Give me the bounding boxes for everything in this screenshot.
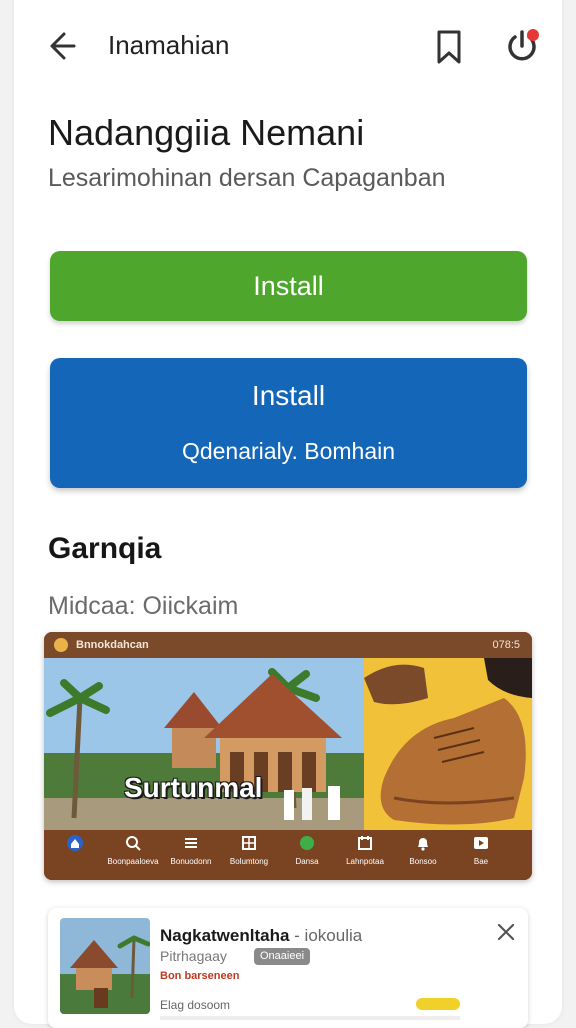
install-secondary-label: Install — [251, 380, 326, 411]
item-divider — [160, 1016, 460, 1020]
preview-tab-bell[interactable]: Bonsoo — [396, 834, 450, 878]
item-meta: Elag dosoom — [160, 998, 231, 1012]
circle-icon — [300, 836, 314, 850]
app-bar-title: Inamahian — [108, 30, 230, 60]
app-bar: Inamahian — [14, 0, 562, 92]
page-subtitle: Lesarimohinan dersan Capaganban — [48, 164, 446, 192]
grid-icon — [242, 836, 256, 850]
item-title-suffix: - iokoulia — [294, 926, 363, 945]
item-accent-pill — [416, 998, 460, 1010]
preview-tab-circle[interactable]: Dansa — [280, 834, 334, 878]
install-secondary-button[interactable]: Install Qdenarialy. Bomhain — [50, 358, 527, 488]
item-thumbnail — [60, 918, 150, 1014]
item-badge: Onaaieei — [254, 948, 311, 965]
preview-tab-label: Bonuodonn — [170, 857, 212, 866]
preview-tab-grid[interactable]: Bolumtong — [222, 834, 276, 878]
item-title: Nagkatwenltaha - iokoulia — [160, 926, 362, 946]
play-icon — [474, 837, 488, 849]
preview-tab-home[interactable] — [48, 834, 102, 878]
preview-tab-label: Boonpaaloeva — [107, 857, 159, 866]
preview-tab-list[interactable]: Bonuodonn — [164, 834, 218, 878]
bell-icon — [418, 838, 428, 851]
preview-tab-label: Bolumtong — [229, 857, 269, 866]
arrow-left-icon[interactable] — [42, 28, 78, 64]
preview-tab-label: Bae — [473, 857, 489, 866]
preview-tab-play[interactable]: Bae — [454, 834, 508, 878]
install-secondary-sublabel: Qdenarialy. Bomhain — [181, 438, 396, 464]
preview-status-bar: Bnnokdahcan 078:5 — [44, 632, 532, 658]
preview-status-right: 078:5 — [492, 639, 520, 651]
app-icon — [54, 638, 68, 652]
preview-tab-label: Lahnpotaa — [346, 857, 384, 866]
power-icon[interactable] — [502, 26, 542, 66]
close-icon[interactable] — [494, 920, 518, 944]
preview-status-left: Bnnokdahcan — [76, 639, 149, 651]
preview-caption: Surtunmal — [124, 772, 263, 803]
preview-tab-calendar[interactable]: Lahnpotaa — [338, 834, 392, 878]
item-link[interactable]: Bon barseneen — [160, 970, 239, 982]
app-screenshot-preview[interactable]: Bnnokdahcan 078:5 Surtunmal Boonpaaloeva… — [44, 632, 532, 880]
install-button[interactable]: Install — [50, 251, 527, 321]
preview-tab-label: Dansa — [295, 857, 319, 866]
item-title-main: Nagkatwenltaha — [160, 926, 290, 945]
app-page: Inamahian Nadanggiia Nemani Lesarimohina… — [14, 0, 562, 1028]
home-icon — [67, 835, 83, 851]
calendar-icon — [358, 836, 372, 850]
notification-dot — [527, 29, 539, 41]
item-subtitle: Pitrhagaay — [160, 948, 227, 964]
list-icon — [185, 838, 197, 848]
preview-photo — [44, 658, 532, 830]
list-item[interactable]: Nagkatwenltaha - iokoulia Pitrhagaay Ona… — [48, 908, 528, 1028]
search-icon — [126, 836, 141, 851]
preview-tab-label: Bonsoo — [409, 857, 437, 866]
preview-tab-bar: Boonpaaloeva Bonuodonn Bolumtong Dansa L… — [44, 830, 532, 880]
page-title: Nadanggiia Nemani — [48, 112, 365, 153]
gallery-subtitle: Midcaa: Oiickaim — [48, 592, 239, 620]
bookmark-icon[interactable] — [432, 28, 466, 66]
gallery-title: Garnqia — [48, 532, 162, 565]
preview-tab-search[interactable]: Boonpaaloeva — [106, 834, 160, 878]
